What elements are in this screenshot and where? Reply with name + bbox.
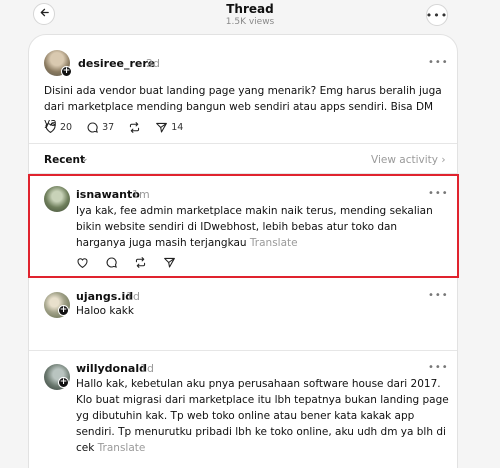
- reply-text: Haloo kakk: [76, 305, 134, 317]
- view-activity-label: View activity: [371, 154, 438, 166]
- repost-icon: [130, 122, 140, 133]
- post-actions: 20 37 14: [44, 121, 197, 134]
- reply-username[interactable]: ujangs.id: [76, 290, 133, 303]
- reply-more-icon[interactable]: •••: [428, 290, 449, 301]
- highlight-box: [28, 174, 459, 278]
- like-count: 20: [60, 122, 73, 133]
- post-more-icon[interactable]: •••: [428, 57, 449, 68]
- reply-button[interactable]: 37: [86, 121, 114, 134]
- reply-username[interactable]: willydonald: [76, 362, 147, 375]
- follow-plus-icon[interactable]: +: [61, 66, 72, 77]
- like-button[interactable]: 20: [44, 121, 72, 134]
- follow-plus-icon[interactable]: +: [58, 377, 69, 388]
- follow-plus-icon[interactable]: +: [58, 305, 69, 316]
- reply-more-icon[interactable]: •••: [428, 362, 449, 373]
- more-horizontal-icon: •••: [425, 8, 449, 22]
- chevron-right-icon: ›: [441, 154, 446, 166]
- heart-icon: [45, 123, 56, 133]
- translate-link[interactable]: Translate: [98, 442, 146, 454]
- share-count: 14: [171, 122, 184, 133]
- thread-more-button[interactable]: •••: [426, 4, 448, 26]
- top-bar: Thread 1.5K views •••: [0, 0, 500, 34]
- chevron-down-icon[interactable]: ⌄: [81, 154, 89, 164]
- reply-time: 1d: [140, 362, 154, 375]
- post-username[interactable]: desiree_rere: [78, 57, 155, 70]
- post-time: 2d: [146, 57, 160, 70]
- repost-button[interactable]: [128, 121, 141, 134]
- divider: [29, 143, 457, 144]
- reply-time: 1d: [126, 290, 140, 303]
- send-icon: [156, 122, 168, 133]
- share-button[interactable]: 14: [155, 121, 183, 134]
- sort-dropdown[interactable]: Recent: [44, 154, 85, 166]
- reply-text: Hallo kak, kebetulan aku pnya perusahaan…: [76, 376, 454, 456]
- divider: [29, 350, 457, 351]
- comment-icon: [87, 122, 98, 133]
- view-activity-link[interactable]: View activity ›: [371, 154, 446, 166]
- reply-count: 37: [102, 122, 115, 133]
